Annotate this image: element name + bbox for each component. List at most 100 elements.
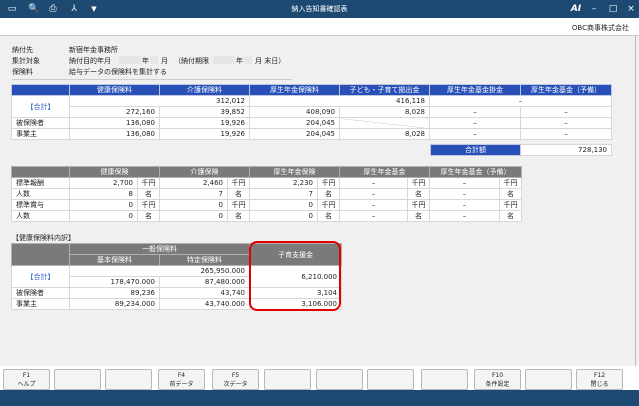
unit: 名	[137, 210, 160, 222]
cell: –	[520, 106, 612, 118]
payee-value: 新宿年金事務所	[69, 46, 118, 54]
fkey-button-5[interactable]: F5 次データ	[212, 369, 259, 390]
fkey-button-12[interactable]: F12 閉じる	[576, 369, 623, 390]
total-pension-kodomo: 416,118	[249, 95, 430, 107]
col-specific: 特定保険料	[159, 254, 250, 266]
year-suffix: 年	[142, 57, 149, 65]
unit: 千円	[317, 199, 340, 211]
payee-label: 納付先	[12, 46, 33, 54]
fkey-button-4[interactable]: F4 前データ	[158, 369, 205, 390]
window-icon[interactable]: ▭	[6, 3, 18, 15]
premium-label: 保険料	[12, 68, 33, 76]
ai-logo-icon: AI	[570, 4, 582, 14]
total-label: 【合計】	[11, 95, 70, 118]
cell-na	[339, 117, 430, 129]
premium-table: 健康保険料 介護保険料 厚生年金保険料 子ども・子育て拠出金 厚生年金基金掛金 …	[11, 84, 612, 140]
deadline-year-field	[213, 56, 235, 64]
col-health: 健康保険	[69, 166, 160, 178]
col-kodomo: 子ども・子育て拠出金	[339, 84, 430, 96]
fkey-button-1[interactable]: F1 ヘルプ	[3, 369, 50, 390]
cell: 0	[69, 199, 138, 211]
fkey-number: F5	[231, 372, 240, 379]
fkey-label: 条件設定	[485, 381, 510, 388]
fkey-button-7[interactable]	[316, 369, 363, 390]
unit: 名	[227, 210, 250, 222]
minimize-button[interactable]: –	[588, 3, 600, 15]
cell: –	[520, 117, 612, 129]
cell: 272,160	[69, 106, 160, 118]
cell: –	[339, 177, 408, 189]
cell: –	[429, 106, 521, 118]
table-row: 人数 0 名 0 名 0 名 – 名 – 名	[11, 210, 522, 222]
deadline-prefix: （納付期限	[174, 57, 209, 65]
cell: 43,740	[159, 287, 250, 299]
row-label: 事業主	[11, 298, 70, 310]
unit: 名	[499, 188, 522, 200]
cell: 0	[249, 199, 318, 211]
standard-remuneration-table: 健康保険 介護保険 厚生年金保険 厚生年金基金 厚生年金基金（予備） 標準報酬 2…	[11, 166, 522, 222]
close-button[interactable]: ×	[625, 3, 637, 15]
pdf-icon[interactable]: ⅄	[68, 3, 80, 15]
function-key-bar: F1 ヘルプ F4 前データ F5 次データ F10 条件設定 F12 閉じる	[0, 366, 639, 390]
cell: 8,028	[339, 106, 430, 118]
grand-total: 合計額 728,130	[430, 144, 612, 156]
fkey-button-3[interactable]	[105, 369, 152, 390]
unit: 千円	[407, 177, 430, 189]
unit: 名	[407, 210, 430, 222]
cell: 89,234.000	[69, 298, 160, 310]
fkey-number: F10	[491, 372, 504, 379]
cell: –	[429, 128, 521, 140]
unit: 千円	[227, 199, 250, 211]
unit: 名	[317, 188, 340, 200]
preview-icon[interactable]: 🔍	[28, 3, 40, 15]
deadline-month-field	[244, 56, 252, 64]
total-label: 【合計】	[11, 265, 70, 288]
print-icon[interactable]: ⎙	[47, 3, 59, 15]
cell: 2,230	[249, 177, 318, 189]
cell: 89,236	[69, 287, 160, 299]
row-label: 標準賞与	[11, 199, 70, 211]
fkey-button-6[interactable]	[264, 369, 311, 390]
cell: –	[429, 177, 500, 189]
row-label: 標準報酬	[11, 177, 70, 189]
cell: 43,740.000	[159, 298, 250, 310]
title-bar: 納入告知書確認表 ▭ 🔍 ⎙ ⅄ ▼ AI – □ ×	[0, 0, 639, 18]
cell: 0	[249, 210, 318, 222]
unit: 名	[137, 188, 160, 200]
table-row: 事業主 136,080 19,926 204,045 8,028 – –	[11, 128, 612, 140]
col-basic: 基本保険料	[69, 254, 160, 266]
cell: 204,045	[249, 117, 340, 129]
premium-value: 給与データの保険料を集計する	[69, 68, 167, 76]
fkey-button-8[interactable]	[367, 369, 414, 390]
cell: 19,926	[159, 117, 250, 129]
cell: –	[429, 188, 500, 200]
unit: 名	[499, 210, 522, 222]
cell: 2,460	[159, 177, 228, 189]
deadline-suffix: 月 末日）	[255, 57, 286, 65]
month-suffix: 月	[161, 57, 168, 65]
section-title: 【健康保険料内訳】	[12, 234, 75, 242]
maximize-button[interactable]: □	[607, 3, 619, 15]
year-field	[119, 56, 141, 64]
cell: 408,090	[249, 106, 340, 118]
fkey-label: ヘルプ	[17, 381, 36, 388]
fkey-button-11[interactable]	[525, 369, 572, 390]
unit: 千円	[227, 177, 250, 189]
fkey-label: 次データ	[223, 381, 248, 388]
fkey-number: F4	[177, 372, 186, 379]
table-row: 標準報酬 2,700 千円 2,460 千円 2,230 千円 – 千円 – 千円	[11, 177, 522, 189]
fkey-number: F12	[593, 372, 606, 379]
cell: 0	[159, 210, 228, 222]
table-row: 人数 8 名 7 名 7 名 – 名 – 名	[11, 188, 522, 200]
fkey-button-10[interactable]: F10 条件設定	[474, 369, 521, 390]
unit: 千円	[499, 199, 522, 211]
dropdown-icon[interactable]: ▼	[88, 3, 100, 15]
col-health: 健康保険料	[69, 84, 160, 96]
cell: –	[339, 188, 408, 200]
col-fund-reserve: 厚生年金基金（予備）	[429, 166, 522, 178]
fkey-button-9[interactable]	[421, 369, 468, 390]
fkey-button-2[interactable]	[54, 369, 101, 390]
unit: 千円	[407, 199, 430, 211]
cell: 0	[159, 199, 228, 211]
unit: 千円	[137, 177, 160, 189]
